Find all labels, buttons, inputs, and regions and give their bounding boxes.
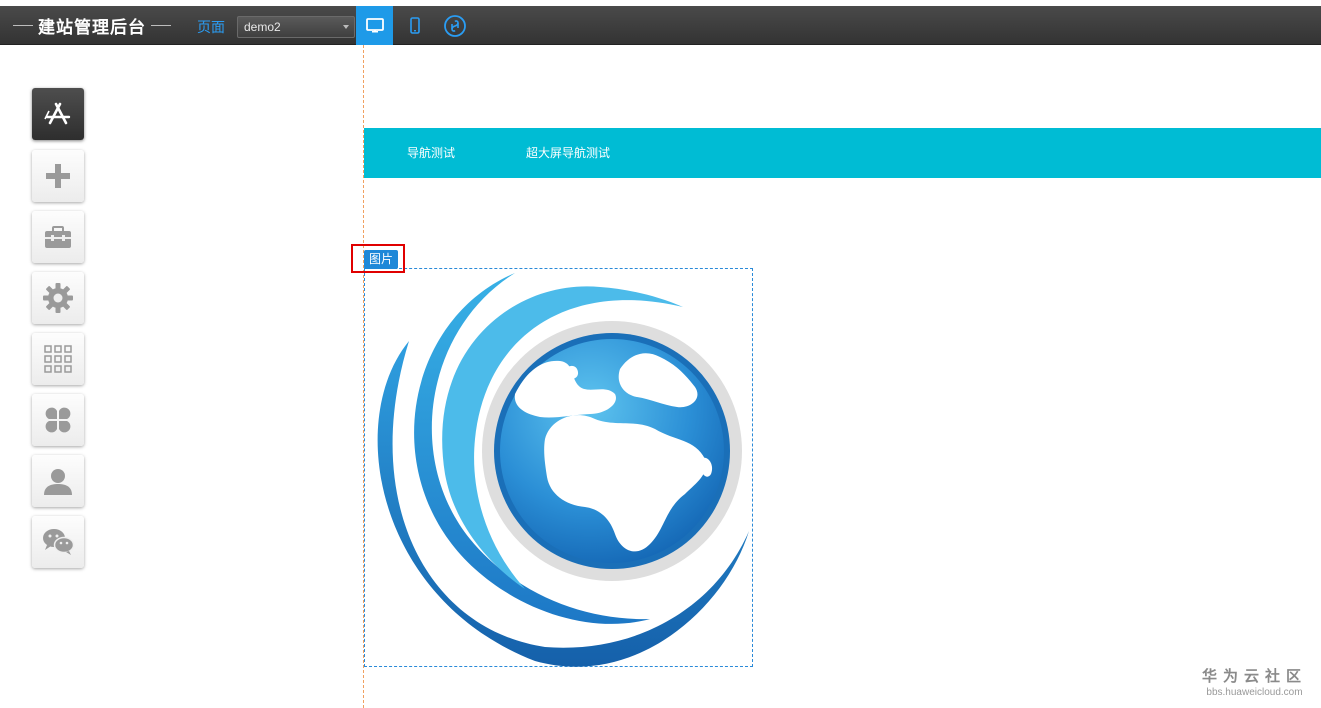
nav-item-1[interactable]: 导航测试 <box>407 128 455 178</box>
tool-grid-button[interactable] <box>32 333 84 385</box>
title-dash-right <box>151 25 171 26</box>
app-title-text: 建站管理后台 <box>38 18 146 37</box>
watermark-main: 华为云社区 <box>1201 668 1307 685</box>
tool-add-button[interactable] <box>32 150 84 202</box>
image-component-label[interactable]: 图片 <box>364 250 399 269</box>
globe-image <box>377 273 749 667</box>
desktop-view-button[interactable] <box>356 6 393 45</box>
title-dash-left <box>13 25 33 26</box>
tool-toolbox-button[interactable] <box>32 211 84 263</box>
wechat-icon <box>43 529 75 555</box>
desktop-icon <box>365 17 384 32</box>
page-select-value: demo2 <box>244 20 281 34</box>
gear-icon <box>43 283 73 313</box>
top-bar: 建站管理后台 页面 demo2 <box>0 6 1321 45</box>
watermark-sub: bbs.huaweicloud.com <box>1206 687 1303 698</box>
grid-icon <box>44 345 72 373</box>
tool-user-button[interactable] <box>32 455 84 507</box>
image-component[interactable] <box>364 268 753 667</box>
app-store-icon <box>44 102 71 125</box>
tool-app-store-button[interactable] <box>32 88 84 140</box>
site-nav-bar[interactable]: 导航测试 超大屏导航测试 <box>364 128 1321 178</box>
nav-item-2[interactable]: 超大屏导航测试 <box>526 128 610 178</box>
mobile-view-button[interactable] <box>396 6 433 45</box>
tool-settings-button[interactable] <box>32 272 84 324</box>
watermark: 华为云社区 bbs.huaweicloud.com <box>1202 665 1307 698</box>
mini-program-icon <box>443 14 466 37</box>
app-title: 建站管理后台 <box>8 6 176 45</box>
page-select[interactable]: demo2 <box>237 16 355 38</box>
plus-icon <box>46 164 70 188</box>
tool-wechat-button[interactable] <box>32 516 84 568</box>
tool-plugins-button[interactable] <box>32 394 84 446</box>
clover-icon <box>45 407 71 433</box>
chevron-down-icon <box>343 25 349 29</box>
mini-program-view-button[interactable] <box>436 6 473 45</box>
page-label: 页面 <box>197 19 225 35</box>
toolbox-icon <box>45 226 71 248</box>
user-icon <box>44 469 72 495</box>
mobile-icon <box>409 16 420 34</box>
